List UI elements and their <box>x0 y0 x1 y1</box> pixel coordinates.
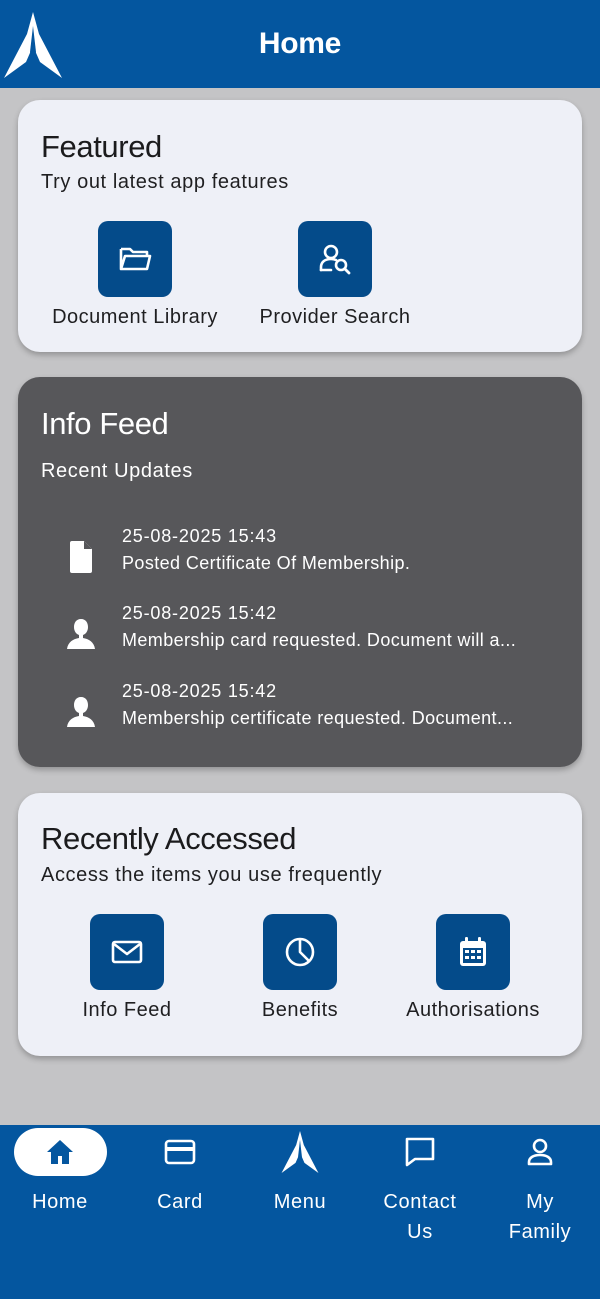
recently-accessed-card: Recently Accessed Access the items you u… <box>18 793 582 1056</box>
chat-icon <box>405 1137 435 1167</box>
info-feed-title: Info Feed <box>41 406 169 441</box>
page-title: Home <box>258 27 342 60</box>
info-feed-shortcut-label: Info Feed <box>82 999 172 1021</box>
tab-contact-us-label: Contact Us <box>383 1191 457 1243</box>
recently-accessed-subtitle: Access the items you use frequently <box>41 864 383 886</box>
person-icon <box>67 619 95 649</box>
info-feed-subtitle: Recent Updates <box>41 460 193 482</box>
recently-accessed-title: Recently Accessed <box>41 821 297 856</box>
feed-message: Membership card requested. Document will… <box>122 630 517 650</box>
calendar-icon <box>460 937 486 966</box>
app-header: Home <box>0 0 600 88</box>
pie-chart-icon <box>285 937 315 967</box>
benefits-shortcut-label: Benefits <box>261 999 339 1021</box>
feed-item[interactable]: 25-08-2025 15:42 Membership certificate … <box>58 681 558 741</box>
tab-card-label: Card <box>157 1191 203 1213</box>
document-library-label: Document Library <box>52 306 218 328</box>
bottom-tab-bar: Home Card Menu Contact Us My Family <box>0 1125 600 1299</box>
info-feed-shortcut[interactable]: Info Feed <box>37 914 217 1022</box>
info-feed-shortcut-button[interactable] <box>90 914 164 990</box>
feed-message: Posted Certificate Of Membership. <box>122 553 411 573</box>
feed-item[interactable]: 25-08-2025 15:42 Membership card request… <box>58 603 558 663</box>
info-feed-card: Info Feed Recent Updates 25-08-2025 15:4… <box>18 377 582 767</box>
provider-search-tile[interactable]: Provider Search <box>245 221 425 329</box>
benefits-shortcut[interactable]: Benefits <box>210 914 390 1022</box>
folder-icon <box>119 247 152 271</box>
document-icon <box>70 541 92 573</box>
authorisations-shortcut-label: Authorisations <box>406 999 540 1021</box>
document-library-button[interactable] <box>98 221 172 297</box>
feed-timestamp: 25-08-2025 15:42 <box>122 681 277 701</box>
feed-timestamp: 25-08-2025 15:43 <box>122 526 277 546</box>
document-library-tile[interactable]: Document Library <box>45 221 225 329</box>
feed-timestamp: 25-08-2025 15:42 <box>122 603 277 623</box>
brand-menu-icon <box>281 1131 319 1173</box>
tab-home-label: Home <box>32 1191 88 1213</box>
provider-search-label: Provider Search <box>259 306 411 328</box>
person-outline-icon <box>527 1138 553 1166</box>
mail-icon <box>111 940 143 964</box>
provider-search-icon <box>319 244 351 275</box>
tab-menu-label: Menu <box>273 1191 327 1213</box>
tab-my-family-label: My Family <box>508 1191 572 1243</box>
authorisations-shortcut-button[interactable] <box>436 914 510 990</box>
feed-message: Membership certificate requested. Docume… <box>122 708 514 728</box>
card-icon <box>164 1139 196 1165</box>
benefits-shortcut-button[interactable] <box>263 914 337 990</box>
featured-subtitle: Try out latest app features <box>41 171 289 193</box>
brand-logo-icon[interactable] <box>4 12 62 78</box>
authorisations-shortcut[interactable]: Authorisations <box>383 914 563 1022</box>
feed-item[interactable]: 25-08-2025 15:43 Posted Certificate Of M… <box>58 526 558 586</box>
featured-title: Featured <box>41 129 162 164</box>
featured-card: Featured Try out latest app features Doc… <box>18 100 582 352</box>
provider-search-button[interactable] <box>298 221 372 297</box>
home-icon <box>47 1140 73 1164</box>
person-icon <box>67 697 95 727</box>
